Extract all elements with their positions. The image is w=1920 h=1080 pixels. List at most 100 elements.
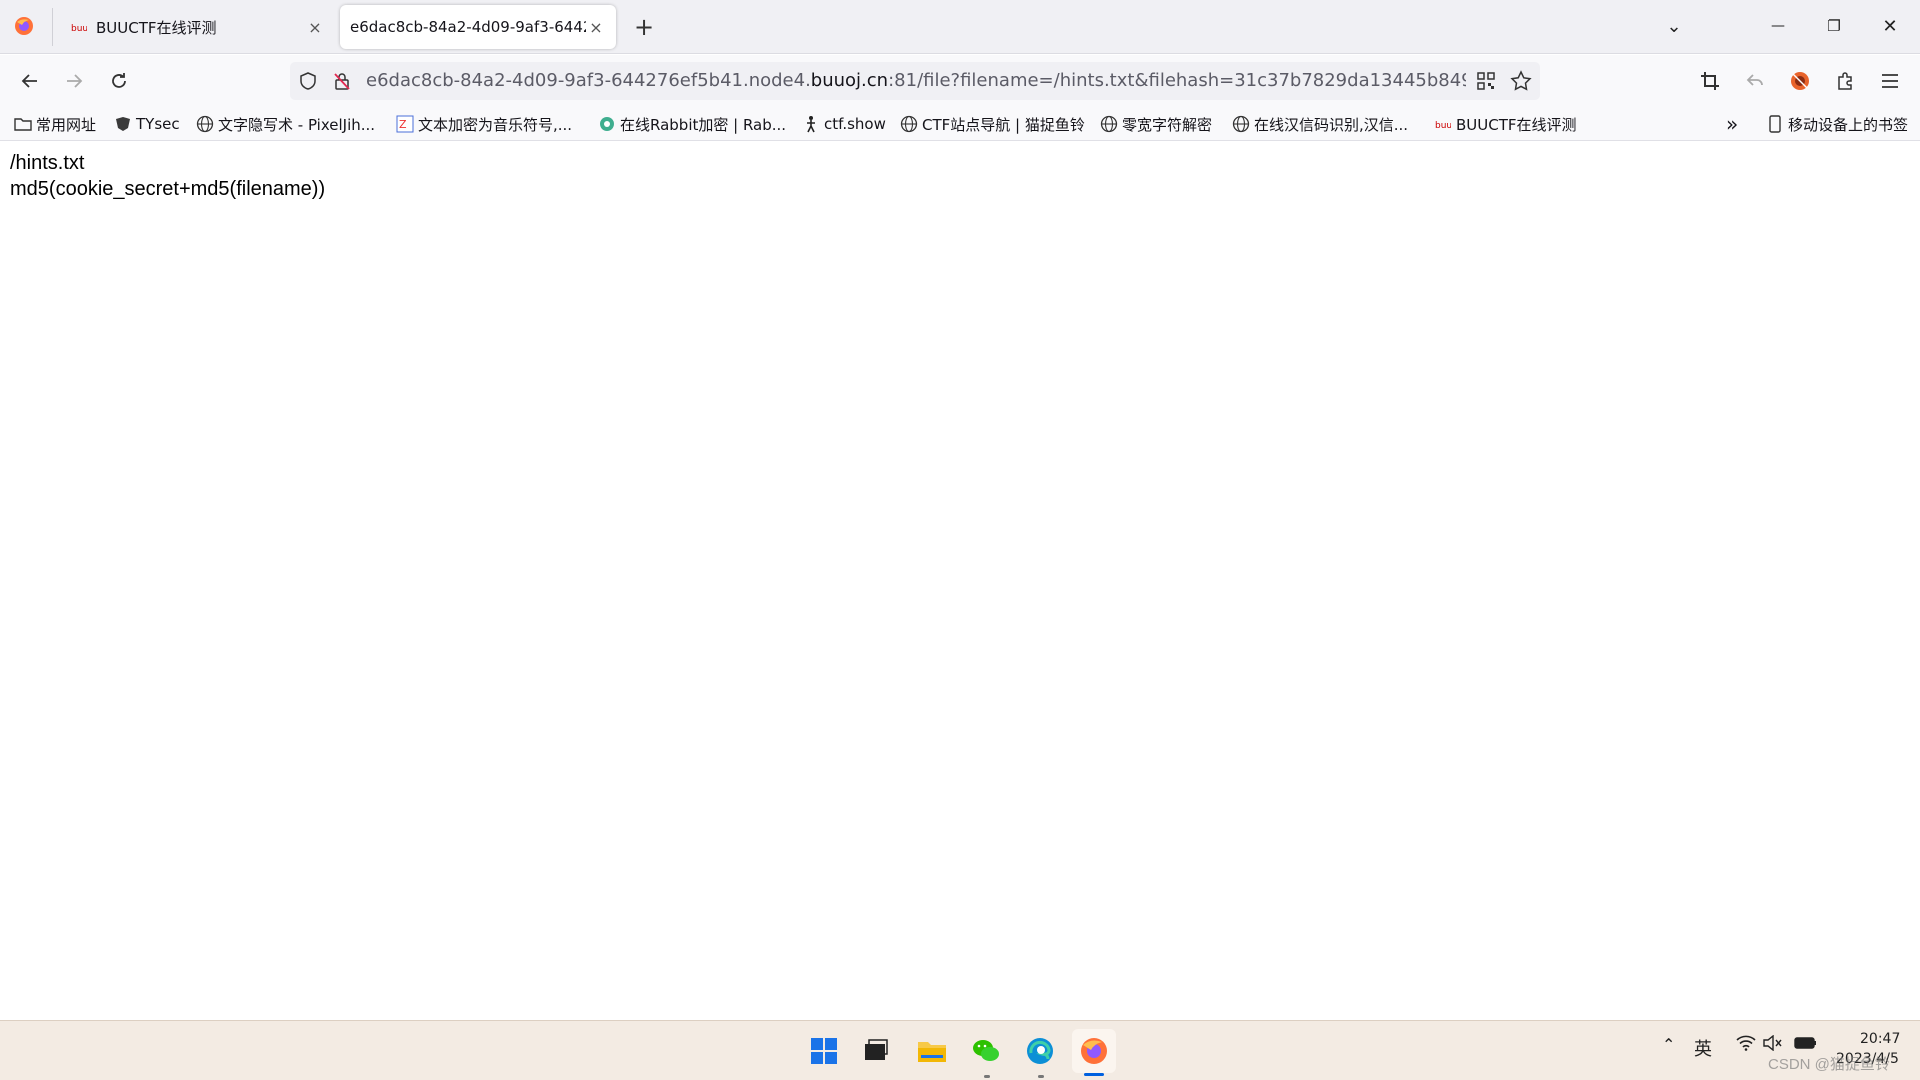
bookmark-label: BUUCTF在线评测 xyxy=(1456,115,1577,134)
bookmark-label: 常用网址 xyxy=(36,115,97,134)
close-window-button[interactable]: ✕ xyxy=(1868,6,1912,46)
bookmark-item[interactable]: 文字隐写术 - PixelJih... xyxy=(196,112,375,136)
tab-title: BUUCTF在线评测 xyxy=(96,18,217,37)
bookmark-label: CTF站点导航 | 猫捉鱼铃 xyxy=(922,115,1085,134)
tab-buuctf[interactable]: buu BUUCTF在线评测 × xyxy=(60,5,335,49)
zj-icon: Z xyxy=(396,115,414,133)
url-text[interactable]: e6dac8cb-84a2-4d09-9af3-644276ef5b41.nod… xyxy=(366,62,1466,100)
csdn-watermark: CSDN @猫捉鱼铃 xyxy=(1768,1056,1890,1073)
tab-hints-file[interactable]: e6dac8cb-84a2-4d09-9af3-644276ef5b41.nod… xyxy=(340,5,616,49)
page-content: /hints.txt md5(cookie_secret+md5(filenam… xyxy=(0,142,1920,1020)
extension-badge-icon xyxy=(1791,72,1809,90)
tab-close-icon[interactable]: × xyxy=(586,18,606,37)
browser-window: buu BUUCTF在线评测 × e6dac8cb-84a2-4d09-9af3… xyxy=(0,0,1920,1020)
tab-strip: buu BUUCTF在线评测 × e6dac8cb-84a2-4d09-9af3… xyxy=(0,0,1920,54)
content-line-filename: /hints.txt xyxy=(10,152,85,174)
extensions-button[interactable] xyxy=(1827,63,1863,99)
firefox-active-indicator xyxy=(1084,1073,1104,1076)
task-view-icon xyxy=(865,1039,888,1060)
back-button[interactable] xyxy=(12,63,48,99)
globe-icon xyxy=(1100,115,1118,133)
bookmark-item[interactable]: 在线汉信码识别,汉信... xyxy=(1232,112,1408,136)
screenshot-crop-button[interactable] xyxy=(1692,63,1728,99)
bookmark-star-icon[interactable] xyxy=(1510,70,1532,96)
show-hidden-icons-chevron-icon[interactable]: ⌃ xyxy=(1662,1035,1675,1054)
bookmark-item[interactable]: 在线Rabbit加密 | Rab... xyxy=(598,112,786,136)
globe-icon xyxy=(196,115,214,133)
bookmark-item[interactable]: 零宽字符解密 xyxy=(1100,112,1212,136)
app-menu-button[interactable] xyxy=(1872,63,1908,99)
restore-button[interactable]: ❐ xyxy=(1812,6,1856,46)
bookmarks-overflow-button[interactable]: » xyxy=(1726,112,1738,136)
tab-close-icon[interactable]: × xyxy=(305,18,325,37)
puzzle-icon xyxy=(1838,72,1852,90)
content-line-hint: md5(cookie_secret+md5(filename)) xyxy=(10,178,326,200)
forward-arrow-icon xyxy=(67,74,83,88)
ctfshow-icon xyxy=(802,115,820,133)
wifi-icon[interactable] xyxy=(1736,1035,1756,1055)
edge-icon xyxy=(1027,1038,1053,1064)
bookmark-label: ctf.show xyxy=(824,115,886,133)
clock-time[interactable]: 20:47 xyxy=(1860,1031,1900,1047)
bookmark-item[interactable]: Z 文本加密为音乐符号,... xyxy=(396,112,572,136)
rabbit-icon xyxy=(598,115,616,133)
start-button[interactable] xyxy=(802,1029,846,1073)
svg-text:buu: buu xyxy=(1435,121,1451,130)
buu-favicon-icon: buu xyxy=(70,18,88,36)
insecure-connection-icon[interactable] xyxy=(332,71,352,95)
globe-icon xyxy=(1232,115,1250,133)
bookmark-item[interactable]: buu BUUCTF在线评测 xyxy=(1434,112,1577,136)
wechat-button[interactable] xyxy=(964,1029,1008,1073)
tysec-icon xyxy=(114,115,132,133)
bookmark-item[interactable]: 常用网址 xyxy=(14,112,96,136)
reload-icon xyxy=(112,73,126,88)
battery-icon[interactable] xyxy=(1794,1035,1818,1055)
bookmark-item[interactable]: CTF站点导航 | 猫捉鱼铃 xyxy=(900,112,1085,136)
edge-browser-button[interactable] xyxy=(1018,1029,1062,1073)
edge-running-indicator xyxy=(1038,1075,1044,1078)
tracking-protection-shield-icon[interactable] xyxy=(298,71,318,95)
volume-muted-icon[interactable] xyxy=(1762,1034,1782,1055)
reload-button[interactable] xyxy=(101,63,137,99)
bookmark-label: 在线Rabbit加密 | Rab... xyxy=(620,115,787,134)
windows-taskbar: ⌃ 英 20:47 2023/4/5 CSDN @猫捉鱼铃 xyxy=(0,1020,1920,1080)
folder-icon xyxy=(918,1042,946,1062)
bookmark-item[interactable]: TYsec xyxy=(114,112,180,136)
svg-text:Z: Z xyxy=(399,118,407,131)
extension-badge-button[interactable] xyxy=(1782,63,1818,99)
bookmark-label: 文本加密为音乐符号,... xyxy=(418,115,573,134)
qr-code-icon[interactable] xyxy=(1476,71,1496,95)
ime-indicator[interactable]: 英 xyxy=(1694,1035,1712,1061)
file-explorer-button[interactable] xyxy=(910,1029,954,1073)
firefox-menu-icon[interactable] xyxy=(12,14,36,38)
bookmarks-toolbar: 常用网址 TYsec 文字隐写术 - PixelJih... Z 文本加密为音乐… xyxy=(0,107,1920,141)
undo-button[interactable] xyxy=(1737,63,1773,99)
task-view-button[interactable] xyxy=(854,1029,898,1073)
firefox-button[interactable] xyxy=(1072,1029,1116,1073)
firefox-icon xyxy=(1081,1038,1107,1064)
buu-favicon-icon: buu xyxy=(1434,115,1452,133)
list-all-tabs-button[interactable]: ⌄ xyxy=(1652,6,1696,46)
bookmark-label: 移动设备上的书签 xyxy=(1788,115,1909,134)
windows-logo-icon xyxy=(811,1038,837,1064)
folder-icon xyxy=(14,115,32,133)
back-arrow-icon xyxy=(21,74,37,88)
url-suffix: :81/file?filename=/hints.txt&filehash=31… xyxy=(888,70,1466,91)
bookmark-label: 零宽字符解密 xyxy=(1122,115,1213,134)
undo-arrow-icon xyxy=(1746,74,1763,86)
globe-icon xyxy=(900,115,918,133)
url-host: buuoj.cn xyxy=(810,70,889,91)
hamburger-menu-icon xyxy=(1882,74,1898,88)
minimize-button[interactable]: — xyxy=(1756,6,1800,46)
tab-title: e6dac8cb-84a2-4d09-9af3-644276ef5b41.nod… xyxy=(350,18,586,36)
svg-text:buu: buu xyxy=(71,24,87,33)
bookmark-label: 文字隐写术 - PixelJih... xyxy=(218,115,376,134)
crop-icon xyxy=(1701,72,1719,90)
address-bar[interactable]: e6dac8cb-84a2-4d09-9af3-644276ef5b41.nod… xyxy=(290,62,1540,100)
new-tab-button[interactable]: + xyxy=(628,12,660,44)
wechat-icon xyxy=(973,1040,999,1061)
forward-button[interactable] xyxy=(56,63,92,99)
bookmark-item[interactable]: ctf.show xyxy=(802,112,886,136)
mobile-bookmarks-folder[interactable]: 移动设备上的书签 xyxy=(1766,112,1908,136)
navigation-toolbar: e6dac8cb-84a2-4d09-9af3-644276ef5b41.nod… xyxy=(0,55,1920,107)
